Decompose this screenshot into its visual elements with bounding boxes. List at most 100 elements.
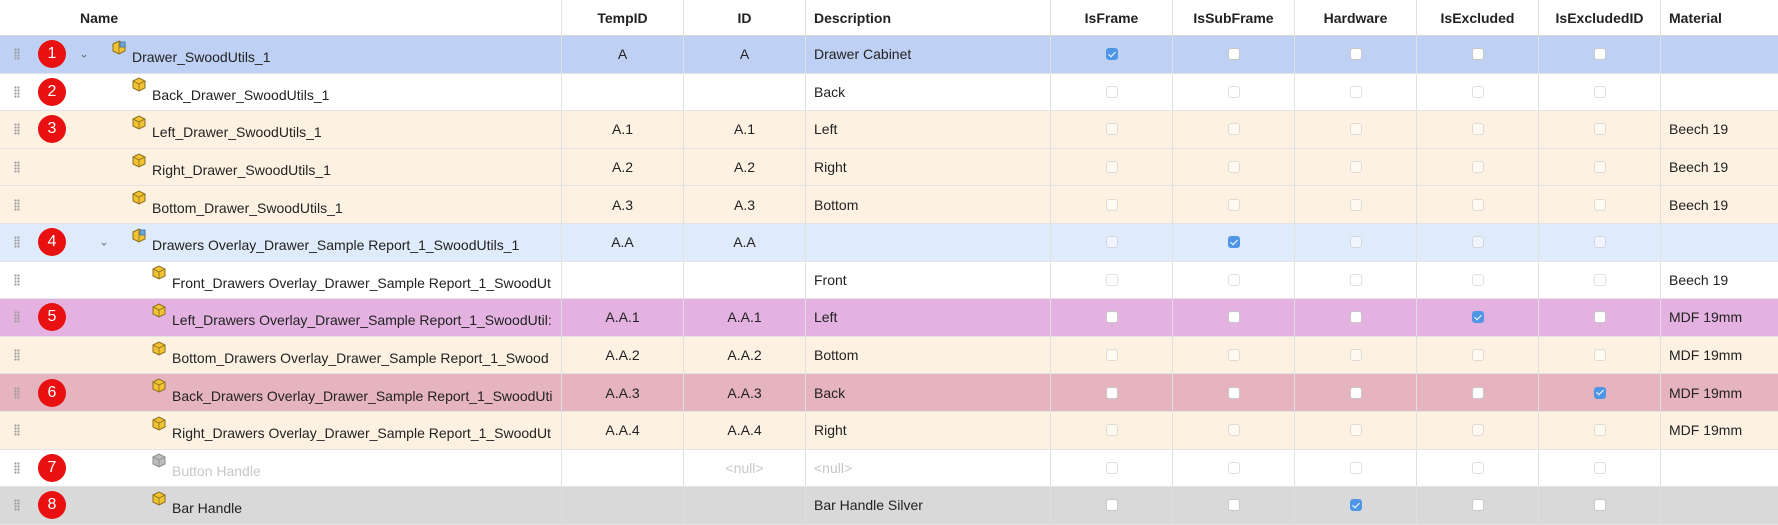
- table-row[interactable]: Bottom_Drawers Overlay_Drawer_Sample Rep…: [0, 336, 1778, 375]
- hardware-checkbox[interactable]: [1349, 499, 1362, 512]
- column-header-isexcluded[interactable]: IsExcluded: [1417, 0, 1539, 35]
- isexcludedid-checkbox[interactable]: [1593, 161, 1606, 174]
- name-cell[interactable]: 3 Left_Drawer_SwoodUtils_1: [0, 111, 562, 148]
- column-header-description[interactable]: Description: [806, 0, 1051, 35]
- isexcludedid-checkbox[interactable]: [1593, 273, 1606, 286]
- table-row[interactable]: 8 Bar Handle Bar Handle Silver: [0, 487, 1778, 525]
- column-header-isframe[interactable]: IsFrame: [1051, 0, 1173, 35]
- column-header-id[interactable]: ID: [684, 0, 806, 35]
- isexcluded-checkbox[interactable]: [1471, 161, 1484, 174]
- drag-handle-icon[interactable]: [14, 123, 20, 136]
- isexcluded-checkbox[interactable]: [1471, 349, 1484, 362]
- isexcluded-checkbox[interactable]: [1471, 311, 1484, 324]
- name-cell[interactable]: 1 ⌄ Drawer_SwoodUtils_1: [0, 36, 562, 73]
- hardware-checkbox[interactable]: [1349, 123, 1362, 136]
- isexcluded-checkbox[interactable]: [1471, 48, 1484, 61]
- column-header-name[interactable]: Name: [0, 0, 562, 35]
- isframe-checkbox[interactable]: [1105, 424, 1118, 437]
- isexcludedid-checkbox[interactable]: [1593, 48, 1606, 61]
- isexcluded-checkbox[interactable]: [1471, 85, 1484, 98]
- chevron-down-icon[interactable]: ⌄: [78, 48, 90, 61]
- chevron-down-icon[interactable]: ⌄: [98, 236, 110, 249]
- name-cell[interactable]: 6 Back_Drawers Overlay_Drawer_Sample Repo…: [0, 374, 562, 411]
- issubframe-checkbox[interactable]: [1227, 273, 1240, 286]
- name-cell[interactable]: 4 ⌄ Drawers Overlay_Drawer_Sample Report_1…: [0, 223, 562, 261]
- issubframe-checkbox[interactable]: [1227, 311, 1240, 324]
- table-row[interactable]: Front_Drawers Overlay_Drawer_Sample Repo…: [0, 261, 1778, 300]
- isexcludedid-checkbox[interactable]: [1593, 349, 1606, 362]
- hardware-checkbox[interactable]: [1349, 198, 1362, 211]
- name-cell[interactable]: 5 Left_Drawers Overlay_Drawer_Sample Repo…: [0, 299, 562, 336]
- table-row[interactable]: 4 ⌄ Drawers Overlay_Drawer_Sample Report_1…: [0, 223, 1778, 262]
- isexcludedid-checkbox[interactable]: [1593, 461, 1606, 474]
- isexcludedid-checkbox[interactable]: [1593, 424, 1606, 437]
- isexcluded-checkbox[interactable]: [1471, 236, 1484, 249]
- hardware-checkbox[interactable]: [1349, 161, 1362, 174]
- isframe-checkbox[interactable]: [1105, 161, 1118, 174]
- isexcludedid-checkbox[interactable]: [1593, 123, 1606, 136]
- hardware-checkbox[interactable]: [1349, 461, 1362, 474]
- drag-handle-icon[interactable]: [14, 85, 20, 98]
- table-row[interactable]: 3 Left_Drawer_SwoodUtils_1 A.1 A.1 Left Beech…: [0, 111, 1778, 149]
- column-header-issubframe[interactable]: IsSubFrame: [1173, 0, 1295, 35]
- table-row[interactable]: 2 Back_Drawer_SwoodUtils_1 Back: [0, 73, 1778, 112]
- hardware-checkbox[interactable]: [1349, 349, 1362, 362]
- issubframe-checkbox[interactable]: [1227, 424, 1240, 437]
- issubframe-checkbox[interactable]: [1227, 85, 1240, 98]
- isexcludedid-checkbox[interactable]: [1593, 386, 1606, 399]
- isexcludedid-checkbox[interactable]: [1593, 311, 1606, 324]
- isframe-checkbox[interactable]: [1105, 236, 1118, 249]
- hardware-checkbox[interactable]: [1349, 273, 1362, 286]
- hardware-checkbox[interactable]: [1349, 236, 1362, 249]
- column-header-material[interactable]: Material: [1661, 0, 1778, 35]
- drag-handle-icon[interactable]: [14, 48, 20, 61]
- isframe-checkbox[interactable]: [1105, 85, 1118, 98]
- isframe-checkbox[interactable]: [1105, 499, 1118, 512]
- hardware-checkbox[interactable]: [1349, 424, 1362, 437]
- isexcluded-checkbox[interactable]: [1471, 386, 1484, 399]
- drag-handle-icon[interactable]: [14, 424, 20, 437]
- drag-handle-icon[interactable]: [14, 273, 20, 286]
- name-cell[interactable]: Bottom_Drawer_SwoodUtils_1: [0, 186, 562, 223]
- name-cell[interactable]: 7 Button Handle: [0, 449, 562, 487]
- isframe-checkbox[interactable]: [1105, 386, 1118, 399]
- hardware-checkbox[interactable]: [1349, 48, 1362, 61]
- table-row[interactable]: 1 ⌄ Drawer_SwoodUtils_1 A A Drawer Cabinet: [0, 36, 1778, 74]
- column-header-tempid[interactable]: TempID: [562, 0, 684, 35]
- issubframe-checkbox[interactable]: [1227, 386, 1240, 399]
- drag-handle-icon[interactable]: [14, 386, 20, 399]
- issubframe-checkbox[interactable]: [1227, 161, 1240, 174]
- isexcludedid-checkbox[interactable]: [1593, 236, 1606, 249]
- isexcluded-checkbox[interactable]: [1471, 461, 1484, 474]
- name-cell[interactable]: Right_Drawer_SwoodUtils_1: [0, 148, 562, 186]
- issubframe-checkbox[interactable]: [1227, 236, 1240, 249]
- hardware-checkbox[interactable]: [1349, 85, 1362, 98]
- isexcludedid-checkbox[interactable]: [1593, 198, 1606, 211]
- isframe-checkbox[interactable]: [1105, 461, 1118, 474]
- name-cell[interactable]: 2 Back_Drawer_SwoodUtils_1: [0, 73, 562, 111]
- isexcluded-checkbox[interactable]: [1471, 123, 1484, 136]
- column-header-isexcludedid[interactable]: IsExcludedID: [1539, 0, 1661, 35]
- isexcluded-checkbox[interactable]: [1471, 499, 1484, 512]
- issubframe-checkbox[interactable]: [1227, 48, 1240, 61]
- isframe-checkbox[interactable]: [1105, 48, 1118, 61]
- drag-handle-icon[interactable]: [14, 236, 20, 249]
- hardware-checkbox[interactable]: [1349, 386, 1362, 399]
- column-header-hardware[interactable]: Hardware: [1295, 0, 1417, 35]
- issubframe-checkbox[interactable]: [1227, 349, 1240, 362]
- table-row[interactable]: 7 Button Handle <null> <null>: [0, 449, 1778, 488]
- drag-handle-icon[interactable]: [14, 198, 20, 211]
- name-cell[interactable]: Front_Drawers Overlay_Drawer_Sample Repo…: [0, 261, 562, 299]
- isframe-checkbox[interactable]: [1105, 123, 1118, 136]
- isexcludedid-checkbox[interactable]: [1593, 85, 1606, 98]
- isexcluded-checkbox[interactable]: [1471, 273, 1484, 286]
- isexcluded-checkbox[interactable]: [1471, 198, 1484, 211]
- isframe-checkbox[interactable]: [1105, 198, 1118, 211]
- drag-handle-icon[interactable]: [14, 349, 20, 362]
- drag-handle-icon[interactable]: [14, 161, 20, 174]
- name-cell[interactable]: Bottom_Drawers Overlay_Drawer_Sample Rep…: [0, 336, 562, 374]
- table-row[interactable]: Right_Drawers Overlay_Drawer_Sample Repo…: [0, 411, 1778, 450]
- table-row[interactable]: 6 Back_Drawers Overlay_Drawer_Sample Repo…: [0, 374, 1778, 412]
- name-cell[interactable]: Right_Drawers Overlay_Drawer_Sample Repo…: [0, 411, 562, 449]
- issubframe-checkbox[interactable]: [1227, 499, 1240, 512]
